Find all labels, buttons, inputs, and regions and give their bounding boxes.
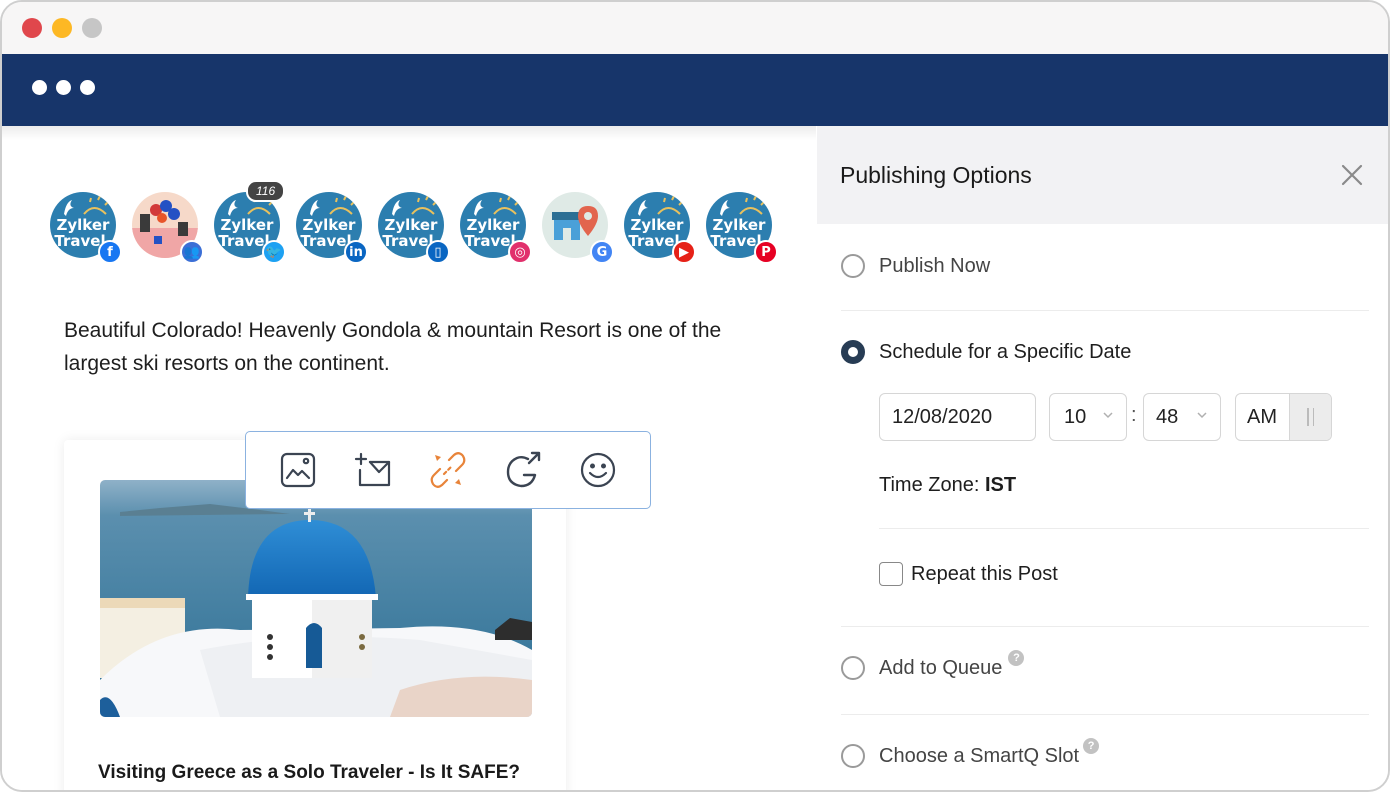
queue-label: Add to Queue (879, 656, 1003, 679)
option-publish-now[interactable]: Publish Now (841, 254, 990, 278)
meridiem-value: AM (1247, 405, 1277, 428)
date-input[interactable]: 12/08/2020 (879, 393, 1036, 441)
profile-avatar-facebook-group[interactable]: 👥 (132, 192, 204, 264)
profile-avatar-facebook[interactable]: Zylker Travel f (50, 192, 122, 264)
timezone-value: IST (984, 474, 1017, 496)
repeat-post[interactable]: Repeat this Post (879, 562, 1058, 586)
youtube-badge-icon: ▶ (672, 240, 696, 264)
profile-avatar-youtube[interactable]: Zylker Travel ▶ (624, 192, 696, 264)
profile-avatar-pinterest[interactable]: Zylker Travel P (706, 192, 778, 264)
minute-value: 48 (1156, 405, 1179, 428)
link-preview-image (100, 480, 532, 717)
date-value: 12/08/2020 (892, 405, 993, 428)
emoji-icon[interactable] (578, 450, 618, 490)
profile-avatar-twitter[interactable]: Zylker Travel 🐦 116 (214, 180, 286, 264)
repeat-label: Repeat this Post (911, 562, 1058, 585)
divider (841, 626, 1369, 627)
add-mail-icon[interactable] (353, 450, 393, 490)
smartq-label: Choose a SmartQ Slot (879, 744, 1080, 767)
profile-avatar-linkedin-page[interactable]: Zylker Travel ▯ (378, 192, 450, 264)
am-pm-toggle[interactable]: AM (1235, 393, 1332, 441)
hour-value: 10 (1064, 405, 1087, 428)
facebook-badge-icon: f (98, 240, 122, 264)
help-icon[interactable]: ? (1083, 738, 1100, 754)
chevron-down-icon (1103, 412, 1113, 419)
twitter-badge-icon: 🐦 (262, 240, 286, 264)
pinterest-badge-icon: P (754, 240, 778, 264)
profile-avatar-instagram[interactable]: Zylker Travel ◎ (460, 192, 532, 264)
linkedin-badge-icon: in (344, 240, 368, 264)
title-bar (2, 2, 1388, 54)
queue-radio[interactable] (841, 656, 865, 680)
divider (841, 310, 1369, 311)
share-link-icon[interactable] (503, 450, 543, 490)
instagram-badge-icon: ◎ (508, 240, 532, 264)
publishing-options-panel: Publishing Options Publish Now Schedule … (817, 126, 1388, 790)
divider (879, 528, 1369, 529)
more-dots-icon[interactable] (32, 80, 95, 95)
close-icon[interactable] (1339, 162, 1365, 188)
publish-now-radio[interactable] (841, 254, 865, 278)
time-separator: : (1131, 404, 1137, 426)
schedule-label: Schedule for a Specific Date (879, 340, 1132, 363)
timezone-label: Time Zone: (879, 474, 980, 496)
profile-avatar-google[interactable]: G (542, 192, 614, 264)
toggle-handle[interactable] (1289, 394, 1331, 440)
help-icon[interactable]: ? (1008, 650, 1025, 666)
schedule-radio[interactable] (841, 340, 865, 364)
profile-avatar-linkedin[interactable]: Zylker Travel in (296, 192, 368, 264)
window-minimize-button[interactable] (52, 18, 72, 38)
post-text[interactable]: Beautiful Colorado! Heavenly Gondola & m… (64, 314, 784, 380)
repeat-checkbox[interactable] (879, 562, 903, 586)
panel-header: Publishing Options (817, 126, 1388, 224)
option-smartq-slot[interactable]: Choose a SmartQ Slot ? (841, 738, 1100, 768)
smartq-radio[interactable] (841, 744, 865, 768)
app-header (2, 54, 1388, 126)
notification-count: 116 (246, 180, 286, 202)
link-preview-title: Visiting Greece as a Solo Traveler - Is … (98, 762, 521, 783)
window-close-button[interactable] (22, 18, 42, 38)
divider (841, 714, 1369, 715)
option-add-to-queue[interactable]: Add to Queue ? (841, 650, 1025, 680)
unlink-icon[interactable] (428, 450, 468, 490)
chevron-down-icon (1197, 412, 1207, 419)
app-window: Zylker Travel f 👥 Zylker Travel 🐦 116 Zy… (0, 0, 1390, 792)
linkedin-page-badge-icon: ▯ (426, 240, 450, 264)
google-badge-icon: G (590, 240, 614, 264)
minute-select[interactable]: 48 (1143, 393, 1221, 441)
image-icon[interactable] (278, 450, 318, 490)
media-toolbar (245, 431, 651, 509)
timezone: Time Zone: IST (879, 474, 1016, 497)
publish-now-label: Publish Now (879, 254, 991, 277)
panel-title: Publishing Options (840, 162, 1032, 188)
window-zoom-button[interactable] (82, 18, 102, 38)
profile-list: Zylker Travel f 👥 Zylker Travel 🐦 116 Zy… (50, 180, 778, 264)
hour-select[interactable]: 10 (1049, 393, 1127, 441)
facebook-group-badge-icon: 👥 (180, 240, 204, 264)
option-schedule[interactable]: Schedule for a Specific Date (841, 340, 1131, 364)
